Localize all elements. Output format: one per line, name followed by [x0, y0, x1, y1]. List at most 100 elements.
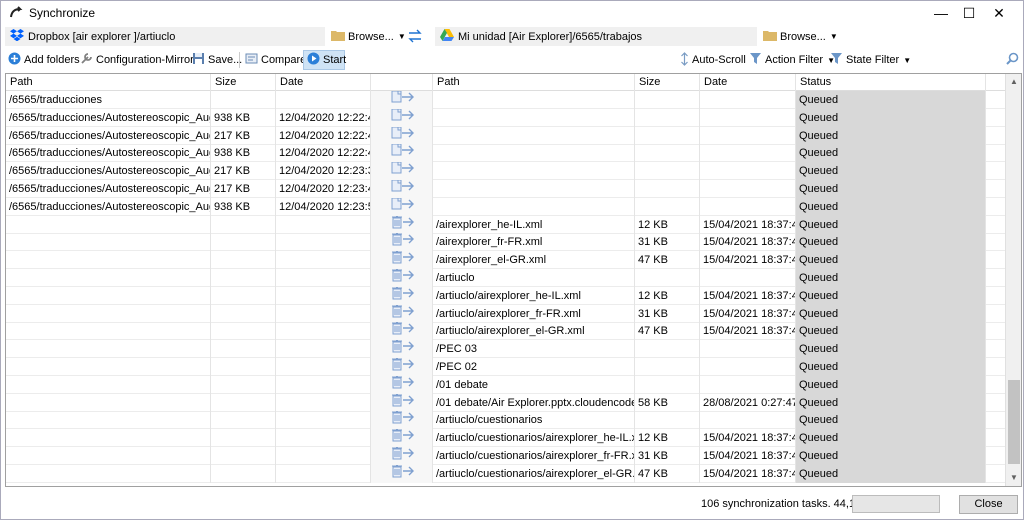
action-cell: [371, 411, 433, 430]
configuration-button[interactable]: Configuration-Mirror: [77, 50, 197, 70]
table-row[interactable]: /6565/traducciones/Autostereoscopic_Augm…: [6, 162, 1006, 181]
table-row[interactable]: /artiuclo/cuestionarios/airexplorer_he-I…: [6, 429, 1006, 448]
right-path-column-header[interactable]: Path: [433, 74, 635, 91]
delete-transfer-icon: [390, 251, 416, 269]
save-label: Save...: [208, 54, 243, 66]
delete-transfer-icon: [390, 464, 416, 483]
right-browse-button[interactable]: Browse... ▼: [761, 27, 838, 46]
action-cell: [371, 393, 433, 412]
status-cell: Queued: [796, 375, 986, 394]
right-size-cell: [635, 269, 700, 287]
table-row[interactable]: /6565/traducciones/Autostereoscopic_Augm…: [6, 108, 1006, 127]
table-row[interactable]: /6565/traducciones Queued: [6, 91, 1006, 109]
action-cell: [371, 251, 433, 270]
right-size-cell: 58 KB: [635, 393, 700, 412]
table-row[interactable]: /01 debate/Air Explorer.pptx.cloudencode…: [6, 393, 1006, 412]
swap-arrows-icon[interactable]: [407, 29, 423, 46]
table-row[interactable]: /6565/traducciones/Autostereoscopic_Augm…: [6, 197, 1006, 216]
table-row[interactable]: /airexplorer_he-IL.xml 12 KB 15/04/2021 18…: [6, 215, 1006, 234]
table-row[interactable]: /artiuclo/airexplorer_fr-FR.xml 31 KB 15/0…: [6, 304, 1006, 323]
vertical-scrollbar[interactable]: ▲ ▼: [1005, 74, 1021, 486]
left-size-cell: [211, 215, 276, 234]
close-button[interactable]: Close: [959, 495, 1018, 514]
right-size-cell: [635, 180, 700, 198]
delete-transfer-icon: [390, 286, 416, 305]
status-cell: Queued: [796, 358, 986, 376]
right-path-cell: /01 debate/Air Explorer.pptx.cloudencode…: [433, 393, 635, 412]
close-window-button[interactable]: ✕: [983, 1, 1015, 25]
left-size-cell: [211, 286, 276, 305]
left-date-column-header[interactable]: Date: [276, 74, 371, 91]
maximize-button[interactable]: ☐: [953, 1, 985, 25]
table-row[interactable]: /artiuclo Queued: [6, 269, 1006, 287]
status-column-header[interactable]: Status: [796, 74, 986, 91]
action-filter-button[interactable]: Action Filter ▼: [746, 50, 838, 70]
right-date-cell: 15/04/2021 18:37:40: [700, 304, 796, 323]
status-cell: Queued: [796, 233, 986, 252]
table-row[interactable]: /airexplorer_el-GR.xml 47 KB 15/04/2021 18…: [6, 251, 1006, 270]
compare-button[interactable]: Compare: [242, 50, 309, 70]
status-cell: Queued: [796, 464, 986, 483]
action-cell: [371, 447, 433, 465]
scrollbar-thumb[interactable]: [1008, 380, 1020, 464]
search-button[interactable]: [1003, 50, 1022, 70]
delete-transfer-icon: [390, 269, 416, 287]
add-folders-button[interactable]: Add folders: [5, 50, 83, 70]
right-date-cell: 15/04/2021 18:37:40: [700, 215, 796, 234]
start-button[interactable]: Start: [303, 50, 346, 70]
table-row[interactable]: /6565/traducciones/Autostereoscopic_Augm…: [6, 144, 1006, 163]
table-row[interactable]: /airexplorer_fr-FR.xml 31 KB 15/04/2021 18…: [6, 233, 1006, 252]
status-cell: Queued: [796, 340, 986, 359]
save-button[interactable]: Save...: [189, 50, 245, 70]
right-path-field[interactable]: Mi unidad [Air Explorer]/6565/trabajos: [435, 27, 757, 46]
table-row[interactable]: /artiuclo/cuestionarios/airexplorer_el-G…: [6, 464, 1006, 483]
table-row[interactable]: /artiuclo/cuestionarios/airexplorer_fr-F…: [6, 447, 1006, 465]
window-title: Synchronize: [29, 6, 96, 20]
right-path-cell: /artiuclo/cuestionarios/airexplorer_fr-F…: [433, 447, 635, 465]
left-path-column-header[interactable]: Path: [6, 74, 211, 91]
right-date-column-header[interactable]: Date: [700, 74, 796, 91]
table-row[interactable]: /01 debate Queued: [6, 375, 1006, 394]
state-filter-button[interactable]: State Filter ▼: [827, 50, 914, 70]
left-browse-button[interactable]: Browse... ▼: [329, 27, 406, 46]
action-cell: [371, 144, 433, 163]
left-size-cell: [211, 375, 276, 394]
left-size-cell: 938 KB: [211, 144, 276, 163]
left-date-cell: [276, 464, 371, 483]
left-size-column-header[interactable]: Size: [211, 74, 276, 91]
right-date-cell: 15/04/2021 18:37:40: [700, 233, 796, 252]
table-row[interactable]: /artiuclo/cuestionarios Queued: [6, 411, 1006, 430]
action-cell: [371, 375, 433, 394]
left-path-cell: [6, 340, 211, 359]
chevron-down-icon: ▼: [397, 32, 406, 41]
table-row[interactable]: /6565/traducciones/Autostereoscopic_Augm…: [6, 180, 1006, 198]
left-path-cell: [6, 411, 211, 430]
copy-right-icon: [390, 144, 416, 162]
left-path-field[interactable]: Dropbox [air explorer ]/artiuclo: [5, 27, 325, 46]
scroll-up-icon[interactable]: ▲: [1006, 74, 1021, 90]
left-path-cell: [6, 322, 211, 341]
scroll-down-icon[interactable]: ▼: [1006, 470, 1021, 486]
table-row[interactable]: /PEC 03 Queued: [6, 340, 1006, 359]
status-cell: Queued: [796, 286, 986, 305]
delete-transfer-icon: [390, 340, 416, 358]
auto-scroll-button[interactable]: Auto-Scroll: [677, 50, 749, 70]
table-row[interactable]: /PEC 02 Queued: [6, 358, 1006, 376]
left-date-cell: [276, 429, 371, 448]
toolbar-divider: [239, 52, 240, 68]
left-size-cell: [211, 304, 276, 323]
table-row[interactable]: /artiuclo/airexplorer_he-IL.xml 12 KB 15/0…: [6, 286, 1006, 305]
delete-transfer-icon: [390, 429, 416, 447]
right-size-column-header[interactable]: Size: [635, 74, 700, 91]
left-path-text: Dropbox [air explorer ]/artiuclo: [28, 30, 176, 43]
right-size-cell: 12 KB: [635, 215, 700, 234]
right-path-cell: [433, 91, 635, 109]
left-date-cell: [276, 322, 371, 341]
left-date-cell: 12/04/2020 12:23:36: [276, 162, 371, 181]
status-cell: Queued: [796, 411, 986, 430]
action-column-header[interactable]: [371, 74, 433, 91]
table-row[interactable]: /6565/traducciones/Autostereoscopic_Augm…: [6, 126, 1006, 145]
left-path-cell: /6565/traducciones/Autostereoscopic_Augm…: [6, 180, 211, 198]
right-date-cell: [700, 358, 796, 376]
table-row[interactable]: /artiuclo/airexplorer_el-GR.xml 47 KB 15/0…: [6, 322, 1006, 341]
